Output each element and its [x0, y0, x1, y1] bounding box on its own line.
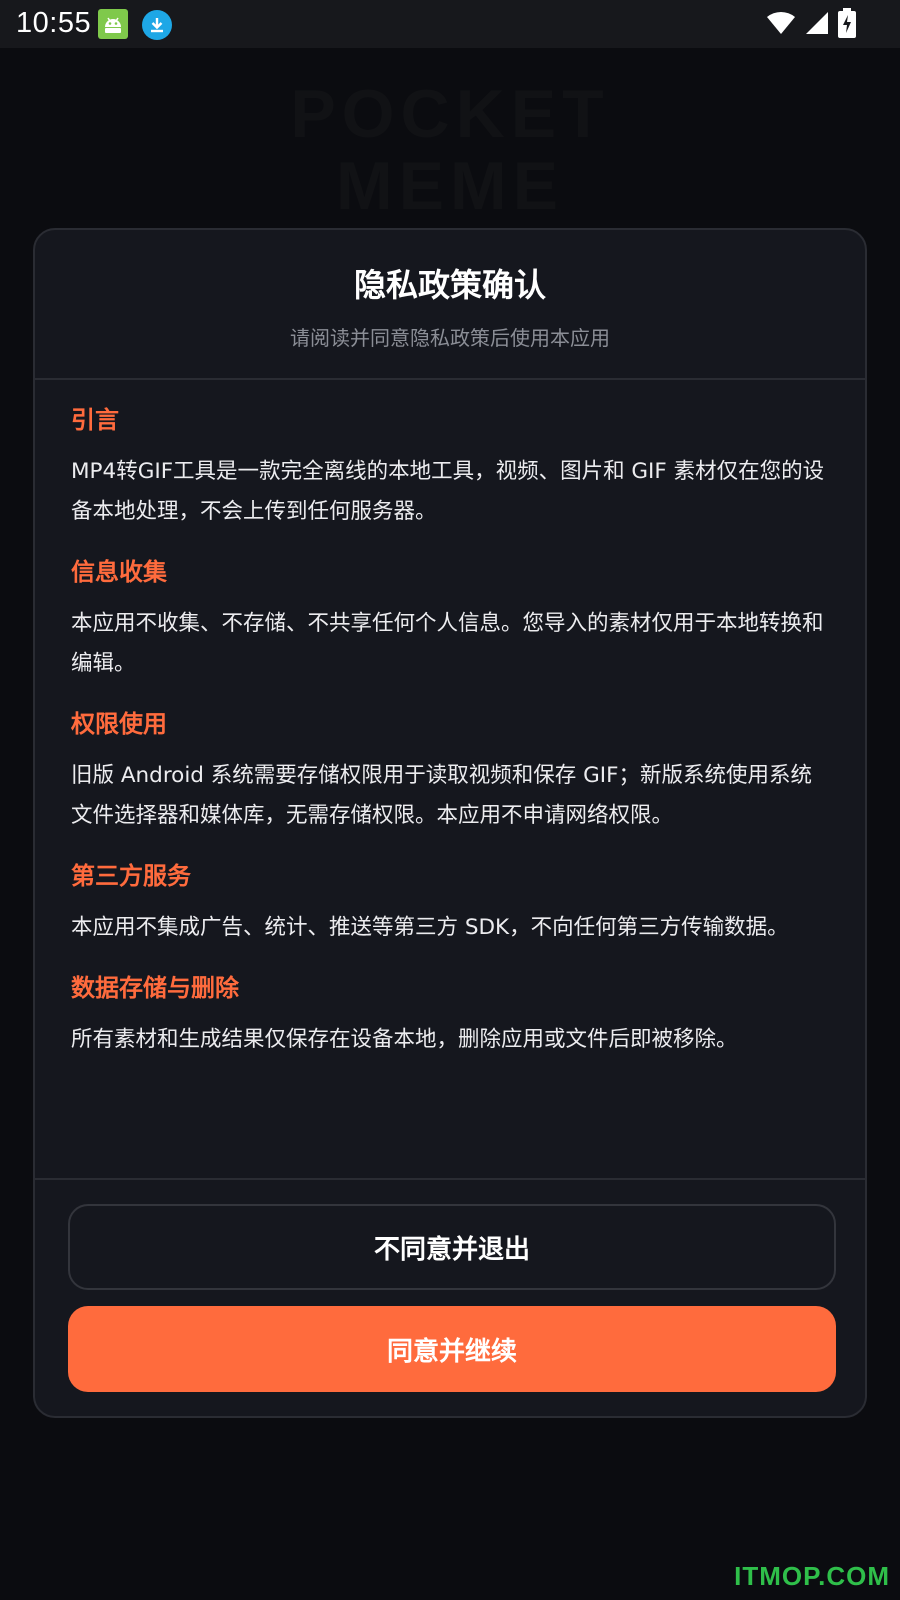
dialog-header: 隐私政策确认 请阅读并同意隐私政策后使用本应用 — [35, 230, 865, 380]
policy-section-data-storage: 数据存储与删除 所有素材和生成结果仅保存在设备本地，删除应用或文件后即被移除。 — [71, 970, 833, 1060]
section-text: MP4转GIF工具是一款完全离线的本地工具，视频、图片和 GIF 素材仅在您的设… — [71, 459, 825, 524]
section-heading: 权限使用 — [71, 710, 167, 738]
dialog-subtitle: 请阅读并同意隐私政策后使用本应用 — [290, 326, 610, 350]
status-bar: 10:55 — [0, 0, 900, 48]
section-text: 本应用不集成广告、统计、推送等第三方 SDK，不向任何第三方传输数据。 — [71, 915, 789, 940]
battery-charging-icon — [838, 8, 856, 42]
brand-line-2: MEME — [336, 148, 564, 224]
section-heading: 数据存储与删除 — [71, 974, 239, 1002]
policy-section-intro: 引言 MP4转GIF工具是一款完全离线的本地工具，视频、图片和 GIF 素材仅在… — [71, 402, 833, 532]
dialog-footer: 不同意并退出 同意并继续 — [35, 1178, 865, 1416]
screen: 10:55 POCKET MEME 隐私政策确认 请阅读并同意隐私政策后使用本应… — [0, 0, 900, 1600]
android-notification-icon — [98, 9, 128, 39]
agree-and-continue-button[interactable]: 同意并继续 — [68, 1306, 836, 1392]
brand-line-1: POCKET — [290, 76, 610, 152]
dialog-title: 隐私政策确认 — [353, 266, 546, 304]
download-icon — [142, 10, 172, 40]
section-heading: 引言 — [71, 406, 119, 434]
section-text: 所有素材和生成结果仅保存在设备本地，删除应用或文件后即被移除。 — [71, 1027, 738, 1052]
cell-signal-icon — [804, 10, 830, 40]
decline-and-exit-button[interactable]: 不同意并退出 — [68, 1204, 836, 1290]
policy-section-permissions: 权限使用 旧版 Android 系统需要存储权限用于读取视频和保存 GIF；新版… — [71, 706, 833, 836]
section-heading: 第三方服务 — [71, 862, 191, 890]
policy-section-third-party: 第三方服务 本应用不集成广告、统计、推送等第三方 SDK，不向任何第三方传输数据… — [71, 858, 833, 948]
background-brand-logo: POCKET MEME — [0, 78, 900, 222]
section-heading: 信息收集 — [71, 558, 167, 586]
policy-section-info-collection: 信息收集 本应用不收集、不存储、不共享任何个人信息。您导入的素材仅用于本地转换和… — [71, 554, 833, 684]
wifi-icon — [766, 10, 796, 40]
status-icons — [766, 8, 856, 42]
privacy-policy-dialog: 隐私政策确认 请阅读并同意隐私政策后使用本应用 引言 MP4转GIF工具是一款完… — [33, 228, 867, 1418]
section-text: 本应用不收集、不存储、不共享任何个人信息。您导入的素材仅用于本地转换和编辑。 — [71, 611, 824, 676]
status-time: 10:55 — [16, 7, 92, 39]
policy-content[interactable]: 引言 MP4转GIF工具是一款完全离线的本地工具，视频、图片和 GIF 素材仅在… — [71, 402, 833, 1182]
site-watermark: ITMOP.COM — [734, 1561, 890, 1591]
section-text: 旧版 Android 系统需要存储权限用于读取视频和保存 GIF；新版系统使用系… — [71, 763, 812, 828]
